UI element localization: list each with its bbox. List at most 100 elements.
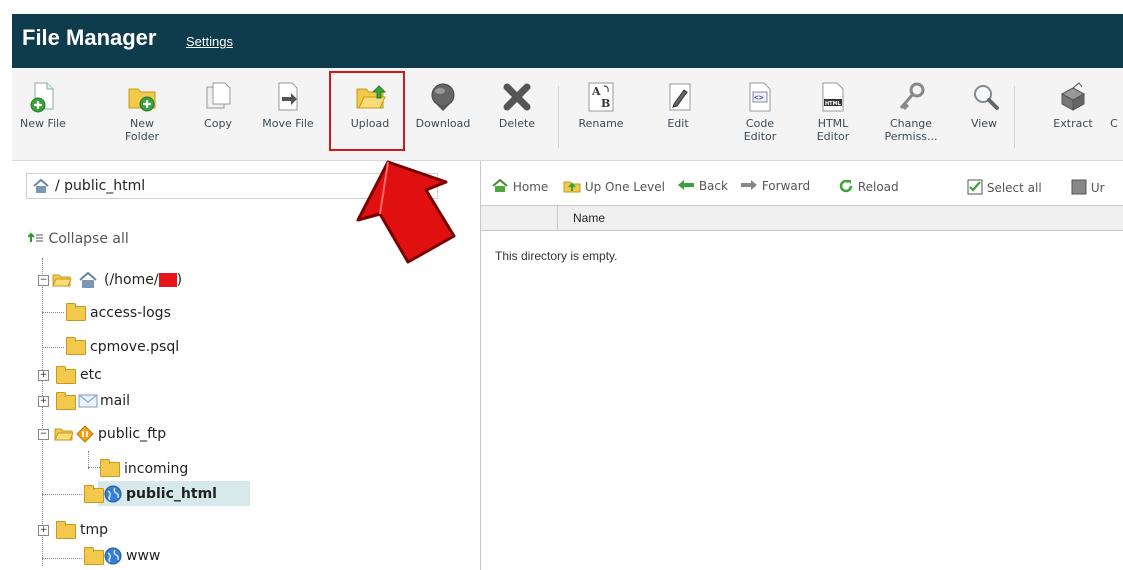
copy-label: Copy [204,117,232,130]
move-file-icon [278,82,298,111]
tree-item-label: cpmove.psql [90,339,180,355]
download-button[interactable]: Download [410,80,476,152]
folder-icon [56,521,76,539]
edit-icon [669,83,691,111]
folder-icon [84,485,104,503]
svg-text:B: B [601,97,610,110]
back-label: Back [698,179,728,193]
html-editor-icon: HTML [822,82,844,112]
toolbar-separator [1014,86,1015,148]
extract-icon [1060,82,1086,111]
toolbar: New File New Folder Copy Move File Uploa… [12,68,1123,161]
collapse-all-link[interactable]: Collapse all [27,231,129,247]
code-editor-button[interactable]: <> Code Editor [738,80,782,152]
expand-toggle[interactable]: + [38,370,49,381]
forward-button[interactable]: Forward [740,179,810,193]
rename-label: Rename [578,117,624,130]
tree-item-public-html[interactable]: public_html [82,483,252,505]
tree-item-label: www [126,548,161,564]
up-one-level-button[interactable]: Up One Level [563,179,665,194]
new-folder-icon [128,88,156,112]
folder-icon [56,392,76,410]
home-icon [33,178,49,193]
delete-icon [503,83,531,111]
view-icon [974,85,999,110]
select-all-button[interactable]: Select all [967,179,1042,195]
collapse-toggle[interactable]: − [38,275,49,286]
compress-button[interactable]: C [1106,80,1122,152]
tree-item-www[interactable]: www [82,545,242,567]
up-one-level-label: Up One Level [584,180,665,194]
home-icon [79,271,97,288]
delete-button[interactable]: Delete [492,80,542,152]
tree-line [88,467,100,468]
top-margin [0,0,1123,14]
app-header: File Manager Settings [12,14,1123,68]
home-icon [492,178,508,192]
svg-text:HTML: HTML [825,101,842,107]
extract-label: Extract [1053,117,1093,130]
tree-item-mail[interactable]: + mail [38,390,238,412]
file-list-pane: Home Up One Level Back Forward Reload Se… [481,161,1123,570]
view-button[interactable]: View [968,80,1000,152]
folder-icon [84,547,104,565]
unselect-label: Ur [1090,181,1105,195]
forward-arrow-icon [741,180,757,190]
rename-button[interactable]: A B Rename [573,80,629,152]
new-file-label: New File [20,117,66,130]
tree-item-etc[interactable]: + etc [38,364,238,386]
html-editor-button[interactable]: HTML HTML Editor [813,80,853,152]
up-folder-icon [563,181,581,193]
name-column-header[interactable]: Name [573,211,605,225]
checkbox-unchecked-icon [1071,179,1087,195]
redacted-username [158,273,177,287]
reload-icon [839,179,853,193]
copy-icon [206,82,231,109]
home-nav-button[interactable]: Home [491,178,549,194]
expand-toggle[interactable]: + [38,396,49,407]
move-file-label: Move File [262,117,314,130]
new-folder-label: New Folder [125,117,159,143]
view-label: View [970,117,998,130]
change-permissions-icon [899,82,925,111]
move-file-button[interactable]: Move File [256,80,320,152]
tree-item-home[interactable]: − (/home/) [28,269,308,291]
folder-icon [66,337,86,355]
rename-icon: A B [588,82,614,112]
new-folder-button[interactable]: New Folder [120,80,164,152]
collapse-all-icon [27,232,43,242]
checkbox-checked-icon [967,179,983,195]
globe-icon [104,485,122,503]
tree-item-tmp[interactable]: + tmp [38,519,238,541]
compress-icon [1106,80,1122,114]
tree-item-label: (/home/) [104,272,183,288]
new-file-button[interactable]: New File [12,80,74,152]
edit-button[interactable]: Edit [663,80,693,152]
tree-line [42,494,82,495]
upload-highlight-box [329,71,405,151]
tree-item-label: etc [80,367,102,383]
tree-line [42,558,82,559]
tree-item-label: public_ftp [98,426,167,442]
compress-label: C [1110,117,1118,130]
collapse-toggle[interactable]: − [38,429,49,440]
tree-line [42,347,64,348]
extract-button[interactable]: Extract [1046,80,1100,152]
unselect-all-button[interactable]: Ur [1071,179,1123,195]
ftp-icon [76,425,94,443]
empty-directory-message: This directory is empty. [495,249,618,263]
change-permissions-label: Change Permiss... [884,117,938,143]
expand-toggle[interactable]: + [38,525,49,536]
settings-link[interactable]: Settings [186,34,233,49]
change-permissions-button[interactable]: Change Permiss... [878,80,944,152]
select-all-label: Select all [986,181,1042,195]
mail-icon [78,394,98,408]
reload-button[interactable]: Reload [838,179,899,194]
tree-item-label: access-logs [90,305,171,321]
folder-icon [100,459,120,477]
back-button[interactable]: Back [677,179,728,193]
home-nav-label: Home [512,180,549,194]
tree-item-public-ftp[interactable]: − public_ftp [38,423,258,445]
open-folder-icon [54,428,74,441]
copy-button[interactable]: Copy [198,80,238,152]
